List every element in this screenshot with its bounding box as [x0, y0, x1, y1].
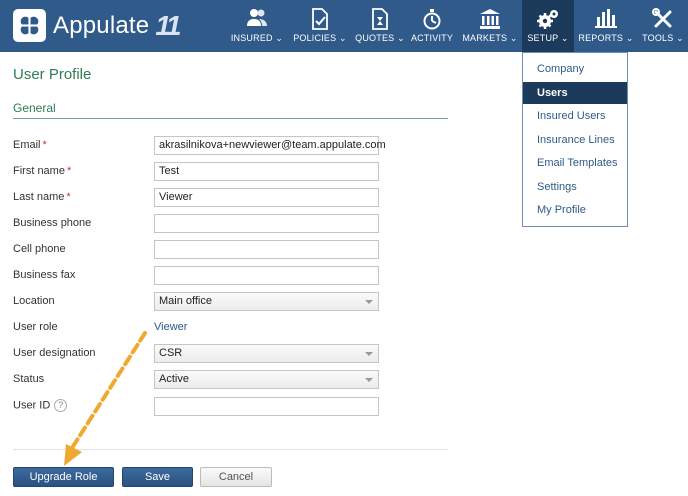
menu-item-settings[interactable]: Settings	[523, 176, 627, 198]
chevron-down-icon	[365, 300, 373, 304]
user-role-value: Viewer	[154, 321, 188, 333]
nav-tools-label: TOOLS ⌄	[642, 33, 684, 43]
section-divider	[13, 118, 448, 119]
required-marker: *	[66, 191, 71, 203]
business-phone-field[interactable]	[154, 214, 379, 233]
menu-item-insurance-lines[interactable]: Insurance Lines	[523, 129, 627, 151]
help-icon[interactable]: ?	[54, 399, 68, 412]
nav-markets[interactable]: MARKETS ⌄	[460, 0, 520, 52]
clover-logo-icon	[13, 9, 46, 42]
menu-item-company[interactable]: Company	[523, 58, 627, 80]
business-fax-label: Business fax	[13, 269, 76, 281]
chevron-down-icon	[365, 352, 373, 356]
document-check-icon	[311, 8, 329, 33]
user-designation-selected-value: CSR	[159, 347, 183, 359]
chevron-down-icon	[365, 378, 373, 382]
menu-item-insured-users[interactable]: Insured Users	[523, 105, 627, 127]
last-name-field[interactable]: Viewer	[154, 188, 379, 207]
nav-setup-label: SETUP ⌄	[527, 33, 569, 43]
location-label: Location	[13, 295, 55, 307]
location-selected-value: Main office	[159, 295, 212, 307]
nav-insured[interactable]: INSURED ⌄	[228, 0, 286, 52]
first-name-field[interactable]: Test	[154, 162, 379, 181]
save-button[interactable]: Save	[122, 467, 193, 487]
nav-activity[interactable]: ACTIVITY	[410, 0, 454, 52]
user-id-field[interactable]	[154, 397, 379, 416]
bank-icon	[479, 8, 501, 33]
nav-insured-label: INSURED ⌄	[230, 33, 284, 43]
menu-item-my-profile[interactable]: My Profile	[523, 199, 627, 221]
cell-phone-label: Cell phone	[13, 243, 66, 255]
nav-activity-label: ACTIVITY	[410, 33, 454, 43]
menu-item-email-templates[interactable]: Email Templates	[523, 152, 627, 174]
required-marker: *	[42, 139, 47, 151]
cancel-button[interactable]: Cancel	[200, 467, 272, 487]
upgrade-role-button[interactable]: Upgrade Role	[13, 467, 114, 487]
nav-quotes[interactable]: QUOTES ⌄	[352, 0, 408, 52]
nav-setup[interactable]: SETUP ⌄	[522, 0, 574, 52]
user-id-label: User ID?	[13, 399, 68, 412]
brand-name: Appulate	[53, 11, 150, 39]
document-hourglass-icon	[371, 8, 389, 33]
page-title: User Profile	[13, 66, 92, 83]
email-field[interactable]: akrasilnikova+newviewer@team.appulate.co…	[154, 136, 386, 155]
brand-logo[interactable]: Appulate 11	[13, 9, 181, 42]
wrench-screwdriver-icon	[652, 8, 674, 33]
business-fax-field[interactable]	[154, 266, 379, 285]
cell-phone-field[interactable]	[154, 240, 379, 259]
first-name-label: First name *	[13, 165, 72, 177]
people-icon	[246, 8, 268, 31]
footer-divider	[13, 449, 448, 450]
user-designation-select[interactable]: CSR	[154, 344, 379, 363]
menu-item-users[interactable]: Users	[523, 82, 627, 104]
business-phone-label: Business phone	[13, 217, 92, 229]
nav-policies-label: POLICIES ⌄	[293, 33, 347, 43]
last-name-label: Last name *	[13, 191, 71, 203]
user-role-label: User role	[13, 321, 58, 333]
location-select[interactable]: Main office	[154, 292, 379, 311]
bar-chart-icon	[595, 8, 617, 31]
nav-policies[interactable]: POLICIES ⌄	[290, 0, 350, 52]
brand-version-mark: 11	[155, 9, 181, 41]
setup-dropdown-menu: Company Users Insured Users Insurance Li…	[522, 52, 628, 227]
nav-quotes-label: QUOTES ⌄	[355, 33, 405, 43]
nav-reports[interactable]: REPORTS ⌄	[576, 0, 636, 52]
status-select[interactable]: Active	[154, 370, 379, 389]
status-label: Status	[13, 373, 45, 385]
nav-reports-label: REPORTS ⌄	[578, 33, 634, 43]
nav-tools[interactable]: TOOLS ⌄	[638, 0, 688, 52]
required-marker: *	[66, 165, 72, 177]
top-navigation-bar: Appulate 11 INSURED ⌄ POLICIES ⌄ QUOTES …	[0, 0, 688, 52]
nav-markets-label: MARKETS ⌄	[462, 33, 518, 43]
gears-icon	[536, 8, 560, 33]
user-designation-label: User designation	[13, 347, 96, 359]
section-title-general: General	[13, 101, 56, 115]
stopwatch-icon	[422, 8, 442, 33]
email-label: Email *	[13, 139, 47, 151]
status-selected-value: Active	[159, 373, 189, 385]
